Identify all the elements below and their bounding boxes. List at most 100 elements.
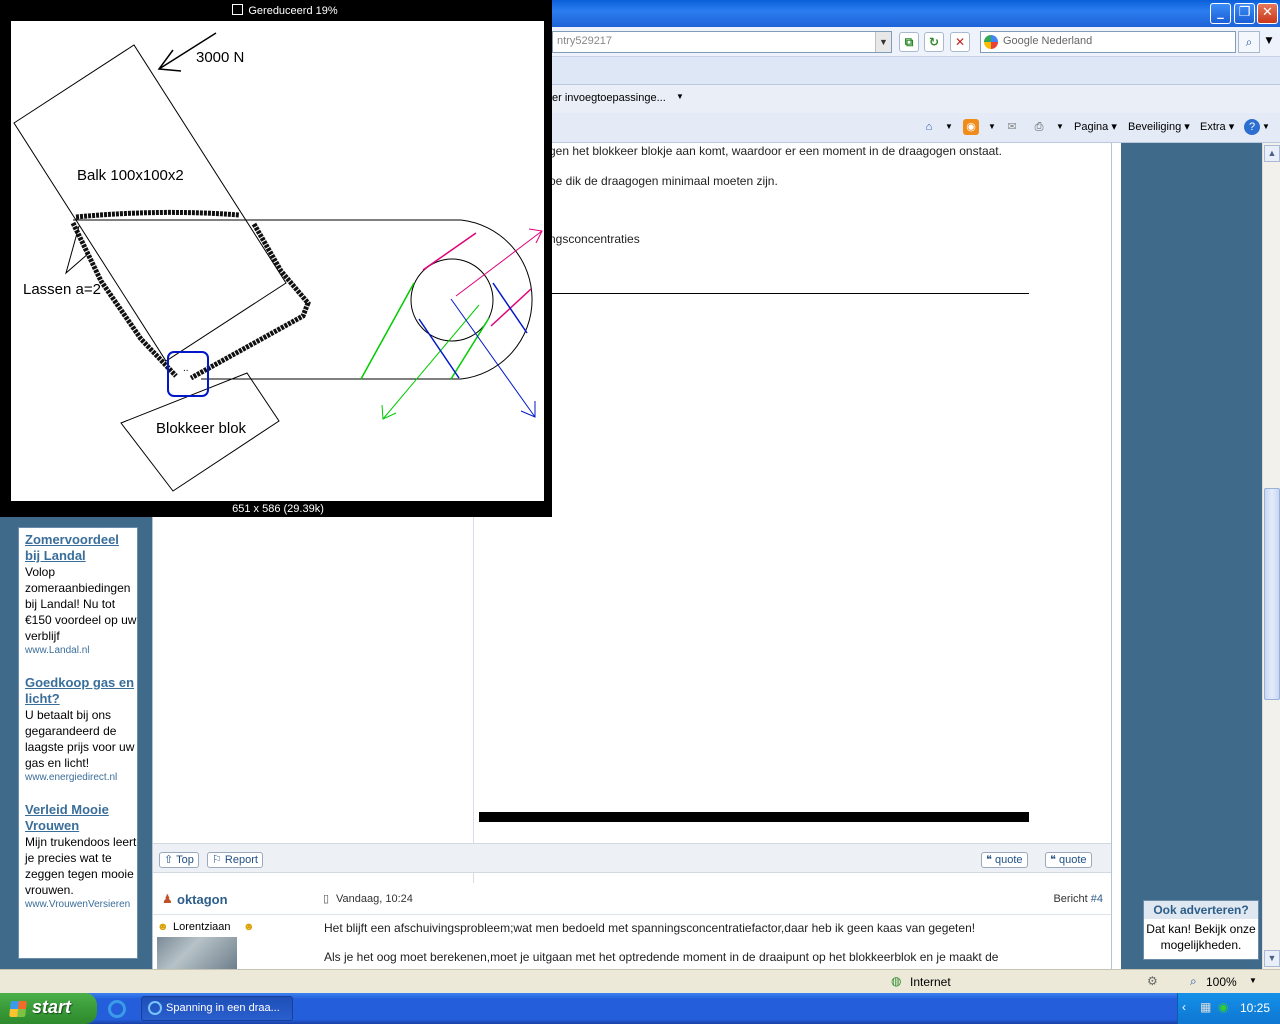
tray-collapse-icon[interactable]: ‹: [1182, 1000, 1186, 1014]
help-dropdown-icon[interactable]: ▼: [1262, 122, 1270, 131]
mail-icon[interactable]: ✉: [1004, 119, 1020, 135]
weld-label: Lassen a=2: [23, 281, 101, 298]
weld-seam: [75, 209, 240, 220]
post-number-link[interactable]: #4: [1091, 893, 1103, 905]
ad-text: Mijn trukendoos leert je precies wat te …: [25, 835, 137, 897]
windows-logo-icon: [9, 1001, 27, 1017]
right-gutter: [1113, 143, 1121, 969]
ad-item: Verleid Mooie Vrouwen Mijn trukendoos le…: [25, 802, 137, 911]
popup-image-info: 651 x 586 (29.39k): [232, 503, 324, 515]
green-arrow: [382, 304, 480, 420]
address-dropdown-icon[interactable]: ▼: [875, 32, 891, 52]
ad-url-link[interactable]: www.VrouwenVersieren: [25, 898, 137, 911]
search-options-icon[interactable]: ▼: [1262, 32, 1276, 52]
post-author-link[interactable]: oktagon: [177, 892, 228, 907]
rss-icon[interactable]: ◉: [963, 119, 979, 135]
ad-text: Volop zomeraanbiedingen bij Landal! Nu t…: [25, 565, 137, 643]
attached-image-scrollbar[interactable]: [479, 812, 1029, 822]
vertical-scrollbar[interactable]: ▲ ▼: [1262, 143, 1280, 969]
lug-round-end: [460, 219, 533, 380]
security-zone: Internet: [910, 975, 951, 989]
ad-url-link[interactable]: www.energiedirect.nl: [25, 771, 137, 784]
taskbar: start Spanning in een draa... ‹ ▦ ◉ 10:2…: [0, 993, 1280, 1024]
multiquote-button[interactable]: ❝ quote: [1045, 852, 1092, 868]
right-sidebar: [1121, 143, 1262, 969]
post-text-line: gen het blokkeer blokje aan komt, waardo…: [549, 144, 1002, 158]
stop-icon[interactable]: ✕: [950, 32, 970, 52]
home-dropdown-icon[interactable]: ▼: [945, 122, 953, 131]
top-button[interactable]: ⇧ Top: [159, 852, 199, 868]
taskbar-window-button[interactable]: Spanning in een draa...: [141, 996, 293, 1021]
scroll-down-icon[interactable]: ▼: [1264, 950, 1280, 967]
print-dropdown-icon[interactable]: ▼: [1056, 122, 1064, 131]
taskbar-window-label: Spanning in een draa...: [166, 1002, 280, 1014]
user-icon: ♟: [162, 892, 173, 906]
report-button[interactable]: ⚐ Report: [207, 852, 263, 868]
network-icon[interactable]: ▦: [1200, 1000, 1211, 1014]
search-icon[interactable]: ⌕: [1238, 31, 1260, 53]
force-label: 3000 N: [196, 49, 244, 66]
beam-outline: [13, 44, 287, 362]
scroll-thumb[interactable]: [1264, 488, 1280, 700]
advertise-text: Dat kan! Bekijk onze mogelijkheden.: [1146, 922, 1256, 952]
post-icon: ▯: [323, 893, 330, 905]
ie-quicklaunch-icon[interactable]: [108, 1000, 126, 1018]
popup-image[interactable]: 3000 N Balk 100x100x2 Lassen a=2 Blokkee…: [11, 21, 544, 501]
blue-stress-line: [492, 282, 528, 334]
advertise-box[interactable]: Ook adverteren? Dat kan! Bekijk onze mog…: [1143, 900, 1259, 960]
page-menu[interactable]: Pagina ▾: [1074, 120, 1117, 133]
ad-title-link[interactable]: Verleid Mooie Vrouwen: [25, 802, 137, 834]
start-button[interactable]: start: [0, 993, 97, 1024]
help-icon[interactable]: ?: [1244, 119, 1260, 135]
zoom-level[interactable]: 100%: [1206, 975, 1237, 989]
ad-url-link[interactable]: www.Landal.nl: [25, 644, 137, 657]
clock[interactable]: 10:25: [1240, 1001, 1270, 1015]
antivirus-icon[interactable]: ◉: [1218, 1000, 1228, 1014]
beam-label: Balk 100x100x2: [77, 167, 184, 184]
attached-image[interactable]: [479, 293, 1029, 821]
security-menu[interactable]: Beveiliging ▾: [1128, 120, 1190, 133]
scroll-up-icon[interactable]: ▲: [1264, 145, 1280, 162]
globe-icon: ◍: [891, 974, 902, 988]
extra-menu[interactable]: Extra ▾: [1200, 120, 1234, 133]
rank-icon: ☻: [243, 921, 255, 933]
minimize-button[interactable]: _: [1210, 3, 1231, 24]
popup-title: Gereduceerd 19%: [0, 4, 570, 17]
quote-button[interactable]: ❝ quote: [981, 852, 1028, 868]
refresh-icon[interactable]: ↻: [924, 32, 944, 52]
ad-title-link[interactable]: Zomervoordeel bij Landal: [25, 532, 137, 564]
post-text-line: ngsconcentraties: [549, 232, 640, 246]
addons-link[interactable]: er invoegtoepassinge...: [552, 92, 666, 104]
avatar[interactable]: [157, 937, 237, 969]
system-tray: ‹ ▦ ◉ 10:25: [1177, 993, 1280, 1024]
green-stress-line: [450, 317, 490, 380]
home-icon[interactable]: ⌂: [921, 119, 937, 135]
post-text-line: Als je het oog moet berekenen,moet je ui…: [324, 950, 999, 964]
zoom-dropdown-icon[interactable]: ▼: [1249, 976, 1257, 985]
reduced-icon: [232, 4, 244, 15]
compat-view-icon[interactable]: ⧉: [899, 32, 919, 52]
addons-dropdown-icon[interactable]: ▼: [676, 92, 684, 101]
address-text: ntry529217: [557, 35, 613, 47]
protected-mode-icon[interactable]: ⚙: [1147, 974, 1158, 988]
pivot-dots: ..: [183, 363, 189, 374]
magenta-stress-line: [422, 232, 477, 271]
rss-dropdown-icon[interactable]: ▼: [988, 122, 996, 131]
magenta-arrow: [455, 230, 543, 297]
print-icon[interactable]: ⎙: [1031, 119, 1047, 135]
ad-title-link[interactable]: Goedkoop gas en licht?: [25, 675, 137, 707]
search-placeholder: Google Nederland: [1003, 35, 1093, 47]
ad-box: Zomervoordeel bij Landal Volop zomeraanb…: [18, 527, 138, 959]
advertise-title[interactable]: Ook adverteren?: [1144, 901, 1258, 919]
force-arrowhead: [157, 49, 182, 72]
address-input[interactable]: ntry529217 ▼: [552, 31, 892, 53]
image-popup[interactable]: Gereduceerd 19% 3000 N Balk 100x100x2 La…: [0, 0, 552, 517]
green-stress-line: [360, 282, 415, 380]
magenta-stress-line: [490, 288, 532, 327]
rank-icon: ☻: [157, 921, 169, 933]
search-input[interactable]: Google Nederland: [980, 31, 1236, 53]
restore-button[interactable]: ❐: [1234, 3, 1255, 24]
close-button[interactable]: ✕: [1257, 3, 1278, 24]
ad-item: Goedkoop gas en licht? U betaalt bij ons…: [25, 675, 137, 784]
post-text-line: oe dik de draagogen minimaal moeten zijn…: [549, 174, 778, 188]
